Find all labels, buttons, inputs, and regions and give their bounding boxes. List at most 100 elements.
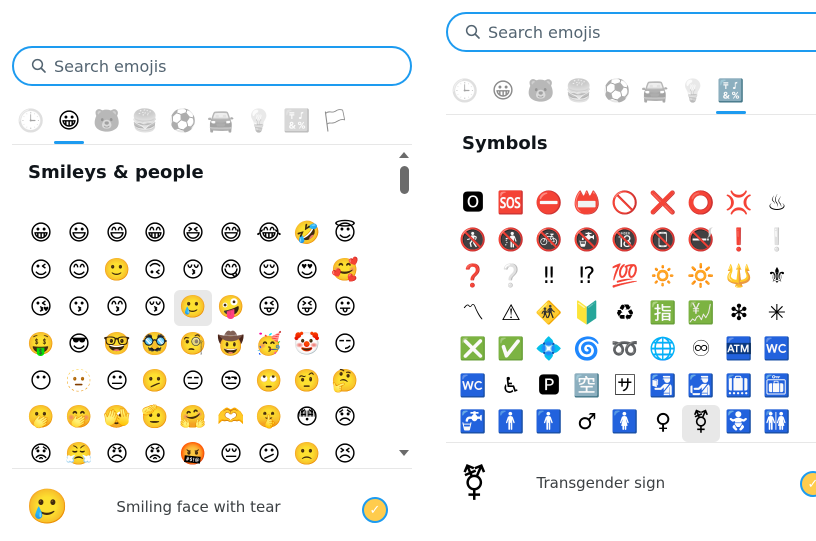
tab-recent[interactable]: 🕒	[12, 104, 50, 140]
emoji-cell[interactable]: ✅	[492, 332, 530, 369]
emoji-cell[interactable]: ⛔	[530, 186, 568, 223]
tab-activities[interactable]: ⚽	[164, 104, 202, 140]
tab-flags[interactable]: 🏳	[316, 104, 354, 140]
emoji-cell[interactable]: 😘	[22, 290, 60, 327]
emoji-cell[interactable]: 🚸	[530, 296, 568, 333]
emoji-cell[interactable]: 🌐	[644, 332, 682, 369]
emoji-cell[interactable]: 🥰	[326, 253, 364, 290]
emoji-cell[interactable]: ♿	[492, 369, 530, 406]
tab-recent[interactable]: 🕒	[446, 74, 484, 110]
emoji-cell[interactable]: 🌀	[568, 332, 606, 369]
emoji-cell[interactable]: 🚫	[606, 186, 644, 223]
tab-symbols[interactable]: 🔣	[712, 74, 750, 114]
emoji-cell[interactable]: 🔆	[682, 259, 720, 296]
emoji-cell[interactable]: 😑	[174, 363, 212, 400]
emoji-cell[interactable]: 🫣	[98, 400, 136, 437]
emoji-cell[interactable]: 😄	[98, 216, 136, 253]
emoji-cell[interactable]: 😁	[136, 216, 174, 253]
emoji-cell[interactable]: 🥳	[250, 326, 288, 363]
emoji-cell[interactable]: 🔰	[568, 296, 606, 333]
emoji-cell[interactable]: 🫤	[136, 363, 174, 400]
emoji-cell[interactable]: ❎	[454, 332, 492, 369]
search-box[interactable]	[12, 46, 412, 86]
emoji-cell[interactable]: 🔅	[644, 259, 682, 296]
emoji-cell[interactable]: 😆	[174, 216, 212, 253]
emoji-cell[interactable]: 😳	[288, 400, 326, 437]
emoji-cell[interactable]: ⁉	[568, 259, 606, 296]
emoji-cell[interactable]: ⚧	[682, 405, 720, 442]
emoji-cell[interactable]: 💯	[606, 259, 644, 296]
emoji-cell[interactable]: ❌	[644, 186, 682, 223]
emoji-cell[interactable]: 😊	[60, 253, 98, 290]
tab-food[interactable]: 🍔	[560, 74, 598, 110]
skin-tone-button[interactable]: ✓	[362, 497, 388, 523]
emoji-cell[interactable]: 🚹	[530, 405, 568, 442]
emoji-cell[interactable]: 🤭	[60, 400, 98, 437]
emoji-cell[interactable]: 🚼	[720, 405, 758, 442]
emoji-cell[interactable]: ❓	[454, 259, 492, 296]
emoji-cell[interactable]: ⚠	[492, 296, 530, 333]
emoji-cell[interactable]: 😋	[212, 253, 250, 290]
search-input[interactable]	[54, 56, 254, 76]
emoji-cell[interactable]: ❕	[758, 223, 796, 260]
emoji-cell[interactable]: 🙂	[98, 253, 136, 290]
emoji-cell[interactable]: 🛂	[644, 369, 682, 406]
emoji-cell[interactable]: 🤓	[98, 326, 136, 363]
emoji-cell[interactable]: 〽	[454, 296, 492, 333]
emoji-cell[interactable]: ❇	[720, 296, 758, 333]
emoji-cell[interactable]: 🚱	[568, 223, 606, 260]
tab-activities[interactable]: ⚽	[598, 74, 636, 110]
search-box[interactable]	[446, 12, 816, 52]
tab-objects[interactable]: 💡	[240, 104, 278, 140]
emoji-cell[interactable]: 😏	[326, 326, 364, 363]
scroll-up-arrow[interactable]	[399, 152, 409, 158]
emoji-cell[interactable]: 🛅	[758, 369, 796, 406]
emoji-cell[interactable]: 🫢	[22, 400, 60, 437]
emoji-cell[interactable]: 😍	[288, 253, 326, 290]
emoji-cell[interactable]: 🚺	[606, 405, 644, 442]
tab-animals[interactable]: 🐻	[522, 74, 560, 110]
scrollbar[interactable]	[397, 152, 411, 462]
emoji-cell[interactable]: ♻	[606, 296, 644, 333]
emoji-cell[interactable]: 🤫	[250, 400, 288, 437]
emoji-cell[interactable]: 🫡	[136, 400, 174, 437]
emoji-cell[interactable]: ♾	[682, 332, 720, 369]
emoji-cell[interactable]: ➿	[606, 332, 644, 369]
emoji-cell[interactable]: 🥲	[174, 289, 212, 327]
emoji-cell[interactable]: 💢	[720, 186, 758, 223]
emoji-cell[interactable]: 🛄	[720, 369, 758, 406]
emoji-cell[interactable]: 😐	[98, 363, 136, 400]
tab-animals[interactable]: 🐻	[88, 104, 126, 140]
emoji-cell[interactable]: 🫥	[60, 363, 98, 400]
emoji-cell[interactable]: 🈯	[644, 296, 682, 333]
emoji-cell[interactable]: 🧐	[174, 326, 212, 363]
scroll-down-arrow[interactable]	[399, 450, 409, 456]
emoji-cell[interactable]: 🆘	[492, 186, 530, 223]
emoji-cell[interactable]: 📛	[568, 186, 606, 223]
emoji-cell[interactable]: 🤠	[212, 326, 250, 363]
emoji-cell[interactable]: 🤑	[22, 326, 60, 363]
emoji-cell[interactable]: 🚰	[454, 405, 492, 442]
emoji-cell[interactable]: 😉	[22, 253, 60, 290]
emoji-cell[interactable]: 🤣	[288, 216, 326, 253]
emoji-cell[interactable]: 😅	[212, 216, 250, 253]
emoji-cell[interactable]: 😀	[22, 216, 60, 253]
emoji-cell[interactable]: 📵	[644, 223, 682, 260]
emoji-cell[interactable]: 🈳	[568, 369, 606, 406]
tab-food[interactable]: 🍔	[126, 104, 164, 140]
emoji-cell[interactable]: 🅿	[530, 369, 568, 406]
emoji-cell[interactable]: 🚾	[454, 369, 492, 406]
emoji-cell[interactable]: 😗	[60, 290, 98, 327]
emoji-cell[interactable]: 😒	[212, 363, 250, 400]
emoji-cell[interactable]: 🈂	[606, 369, 644, 406]
tab-travel[interactable]: 🚘	[202, 104, 240, 140]
emoji-cell[interactable]: 🥸	[136, 326, 174, 363]
emoji-cell[interactable]: 🚹	[492, 405, 530, 442]
emoji-cell[interactable]: ❔	[492, 259, 530, 296]
emoji-cell[interactable]: 😂	[250, 216, 288, 253]
emoji-cell[interactable]: 🚻	[758, 405, 796, 442]
emoji-cell[interactable]: 😌	[250, 253, 288, 290]
emoji-cell[interactable]: 🔞	[606, 223, 644, 260]
emoji-cell[interactable]: 😚	[174, 253, 212, 290]
emoji-cell[interactable]: 😃	[60, 216, 98, 253]
